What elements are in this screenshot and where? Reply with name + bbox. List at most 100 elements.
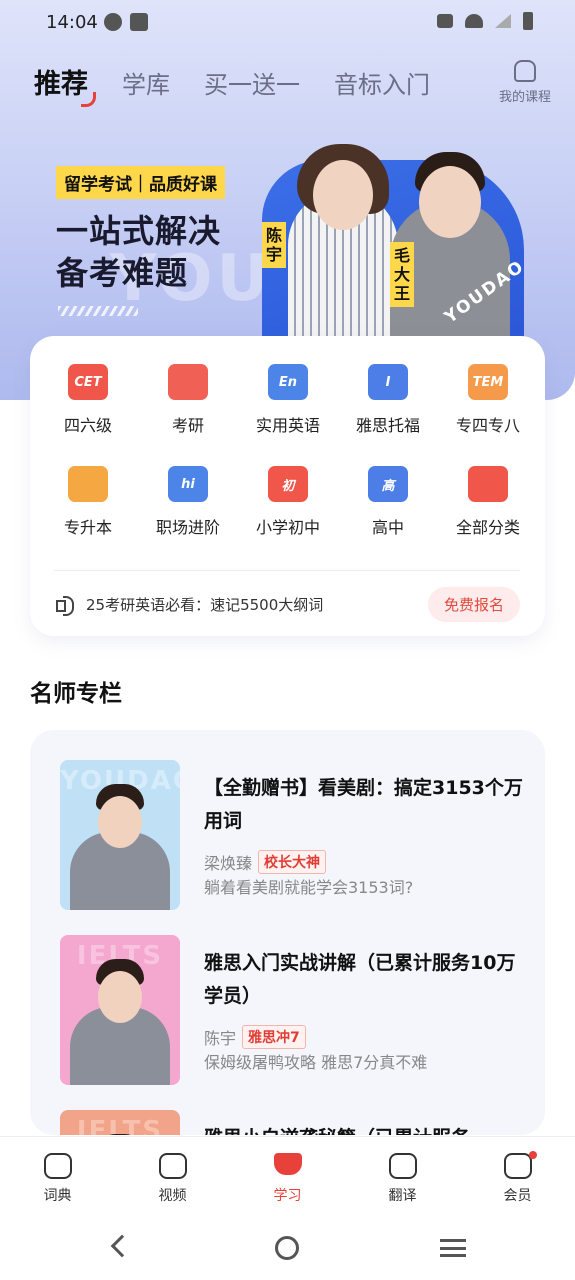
category-label: 职场进阶	[155, 518, 220, 537]
course-item[interactable]: YOUDAO 【全勤赠书】看美剧：搞定3153个万用词梁焕臻校长大神躺着看美剧就能…	[60, 760, 523, 910]
face	[419, 166, 481, 238]
primary-middle-icon: 初	[268, 466, 314, 508]
category-workplace[interactable]: hi 职场进阶	[138, 462, 238, 538]
recents-icon[interactable]	[440, 1239, 466, 1257]
status-bar: 14:04	[0, 0, 575, 48]
course-description: 躺着看美剧就能学会3153词?	[204, 878, 414, 897]
course-thumbnail: IELTS	[60, 935, 180, 1085]
category-primary-middle[interactable]: 初小学初中	[238, 462, 338, 538]
vibrate-icon	[437, 14, 453, 28]
promo-banner[interactable]: YOU 留学考试｜品质好课 一站式解决 备考难题 陈宇 毛大王 YOUDAO	[0, 130, 575, 370]
category-cet4-6[interactable]: CET 四六级	[38, 360, 138, 436]
status-time: 14:04	[46, 12, 98, 33]
top-tabs: 推荐 学库 买一送一 音标入门	[34, 62, 464, 107]
section-title: 名师专栏	[30, 681, 122, 707]
ielts-toefl-icon: I	[368, 364, 414, 406]
tab-recommend[interactable]: 推荐	[34, 62, 96, 107]
category-upgrade-college[interactable]: 专升本	[38, 462, 138, 538]
signal-icon	[495, 14, 511, 28]
category-all-categories[interactable]: 全部分类	[438, 462, 538, 538]
course-meta: 陈宇 雅思冲7	[204, 1025, 306, 1049]
thumbnail-watermark: IELTS	[76, 1116, 164, 1135]
divider	[54, 570, 520, 571]
nav-item-translate[interactable]: 翻译	[345, 1137, 460, 1214]
tab-phonetics[interactable]: 音标入门	[334, 65, 430, 100]
category-label: 考研	[171, 416, 204, 435]
graduation-cap-icon	[273, 1153, 302, 1175]
nav-label: 翻译	[388, 1188, 417, 1204]
category-label: 小学初中	[255, 518, 320, 537]
workplace-icon: hi	[168, 466, 214, 508]
teacher1-name-tag: 陈宇	[262, 222, 286, 268]
notification-dot	[529, 1151, 537, 1159]
category-label: 雅思托福	[355, 416, 420, 435]
notice-text: 25考研英语必看：速记5500大纲词	[86, 595, 324, 614]
category-ielts-toefl[interactable]: I 雅思托福	[338, 360, 438, 436]
nav-label: 视频	[158, 1188, 187, 1204]
mail-icon	[130, 13, 148, 31]
course-title: 【全勤赠书】看美剧：搞定3153个万用词	[204, 777, 523, 832]
course-item[interactable]: IELTS 雅思入门实战讲解（已累计服务10万学员） 陈宇 雅思冲7 保姆级屠鸭攻略 雅…	[60, 935, 520, 1085]
course-meta: 梁焕臻 校长大神	[204, 850, 327, 874]
category-postgraduate[interactable]: 考研	[138, 360, 238, 436]
course-thumbnail: IELTS	[60, 1110, 180, 1135]
category-tem4-8[interactable]: TEM 专四专八	[438, 360, 538, 436]
tab-library[interactable]: 学库	[122, 65, 170, 100]
banner-stripes	[58, 306, 138, 316]
home-icon[interactable]	[275, 1236, 299, 1260]
nav-item-dictionary[interactable]: 词典	[0, 1137, 115, 1214]
back-icon[interactable]	[110, 1234, 134, 1258]
face	[313, 160, 373, 230]
my-course-label: 我的课程	[498, 90, 551, 105]
tem4-8-icon: TEM	[468, 364, 514, 406]
upgrade-college-icon	[68, 466, 114, 508]
check-icon	[104, 13, 122, 31]
banner-title-line1: 一站式解决	[56, 212, 222, 250]
course-item[interactable]: IELTS雅思小白逆袭秘籍（已累计服务	[60, 1110, 520, 1135]
course-icon	[513, 60, 536, 82]
course-thumbnail: YOUDAO	[60, 760, 180, 910]
category-label: 四六级	[63, 416, 112, 435]
category-label: 高中	[371, 518, 404, 537]
notice-row[interactable]: 25考研英语必看：速记5500大纲词 免费报名	[56, 586, 520, 622]
nav-item-video[interactable]: 视频	[115, 1137, 230, 1214]
teacher2-name-tag: 毛大王	[390, 242, 414, 307]
cet4-6-icon: CET	[68, 364, 114, 406]
all-categories-icon	[468, 466, 514, 508]
teacher-face	[98, 796, 142, 848]
nav-item-vip[interactable]: 会员	[460, 1137, 575, 1214]
category-label: 专升本	[63, 518, 112, 537]
category-high-school[interactable]: 高高中	[338, 462, 438, 538]
banner-title: 一站式解决 备考难题	[56, 210, 221, 294]
course-title: 雅思小白逆袭秘籍（已累计服务	[204, 1122, 524, 1135]
banner-tag: 留学考试｜品质好课	[56, 166, 225, 199]
speaker-icon	[56, 596, 76, 616]
category-label: 全部分类	[455, 518, 520, 537]
high-school-icon: 高	[368, 466, 414, 508]
video-icon	[158, 1153, 187, 1179]
nav-label: 会员	[503, 1188, 532, 1204]
status-right-icons	[437, 12, 533, 30]
practical-english-icon: En	[268, 364, 314, 406]
free-signup-button[interactable]: 免费报名	[427, 586, 520, 622]
dictionary-icon	[43, 1153, 72, 1179]
teacher-name: 梁焕臻	[204, 854, 253, 873]
system-navigation-bar	[0, 1214, 575, 1280]
course-description: 保姆级屠鸭攻略 雅思7分真不难	[204, 1053, 428, 1072]
category-grid: CET 四六级 考研 En 实用英语 I 雅思托福 TEM 专四专八 专升本 hi 职场进阶初小学初中…	[38, 360, 538, 538]
my-course-button[interactable]: 我的课程	[499, 60, 551, 105]
vip-icon	[503, 1153, 532, 1179]
course-badge: 雅思冲7	[242, 1025, 306, 1049]
category-card: CET 四六级 考研 En 实用英语 I 雅思托福 TEM 专四专八 专升本 hi 职场进阶初小学初中…	[30, 336, 545, 636]
wifi-icon	[465, 14, 483, 28]
teacher-face	[98, 971, 142, 1023]
category-practical-english[interactable]: En 实用英语	[238, 360, 338, 436]
postgraduate-icon	[168, 364, 214, 406]
tab-buy-one-get-one[interactable]: 买一送一	[204, 65, 300, 100]
nav-item-graduation-cap[interactable]: 学习	[230, 1137, 345, 1214]
course-badge: 校长大神	[258, 850, 327, 874]
nav-label: 词典	[43, 1188, 72, 1204]
course-title: 雅思入门实战讲解（已累计服务10万学员）	[204, 952, 516, 1007]
banner-title-line2: 备考难题	[56, 254, 189, 292]
bottom-navigation: 词典 视频 学习 翻译 会员	[0, 1136, 575, 1214]
